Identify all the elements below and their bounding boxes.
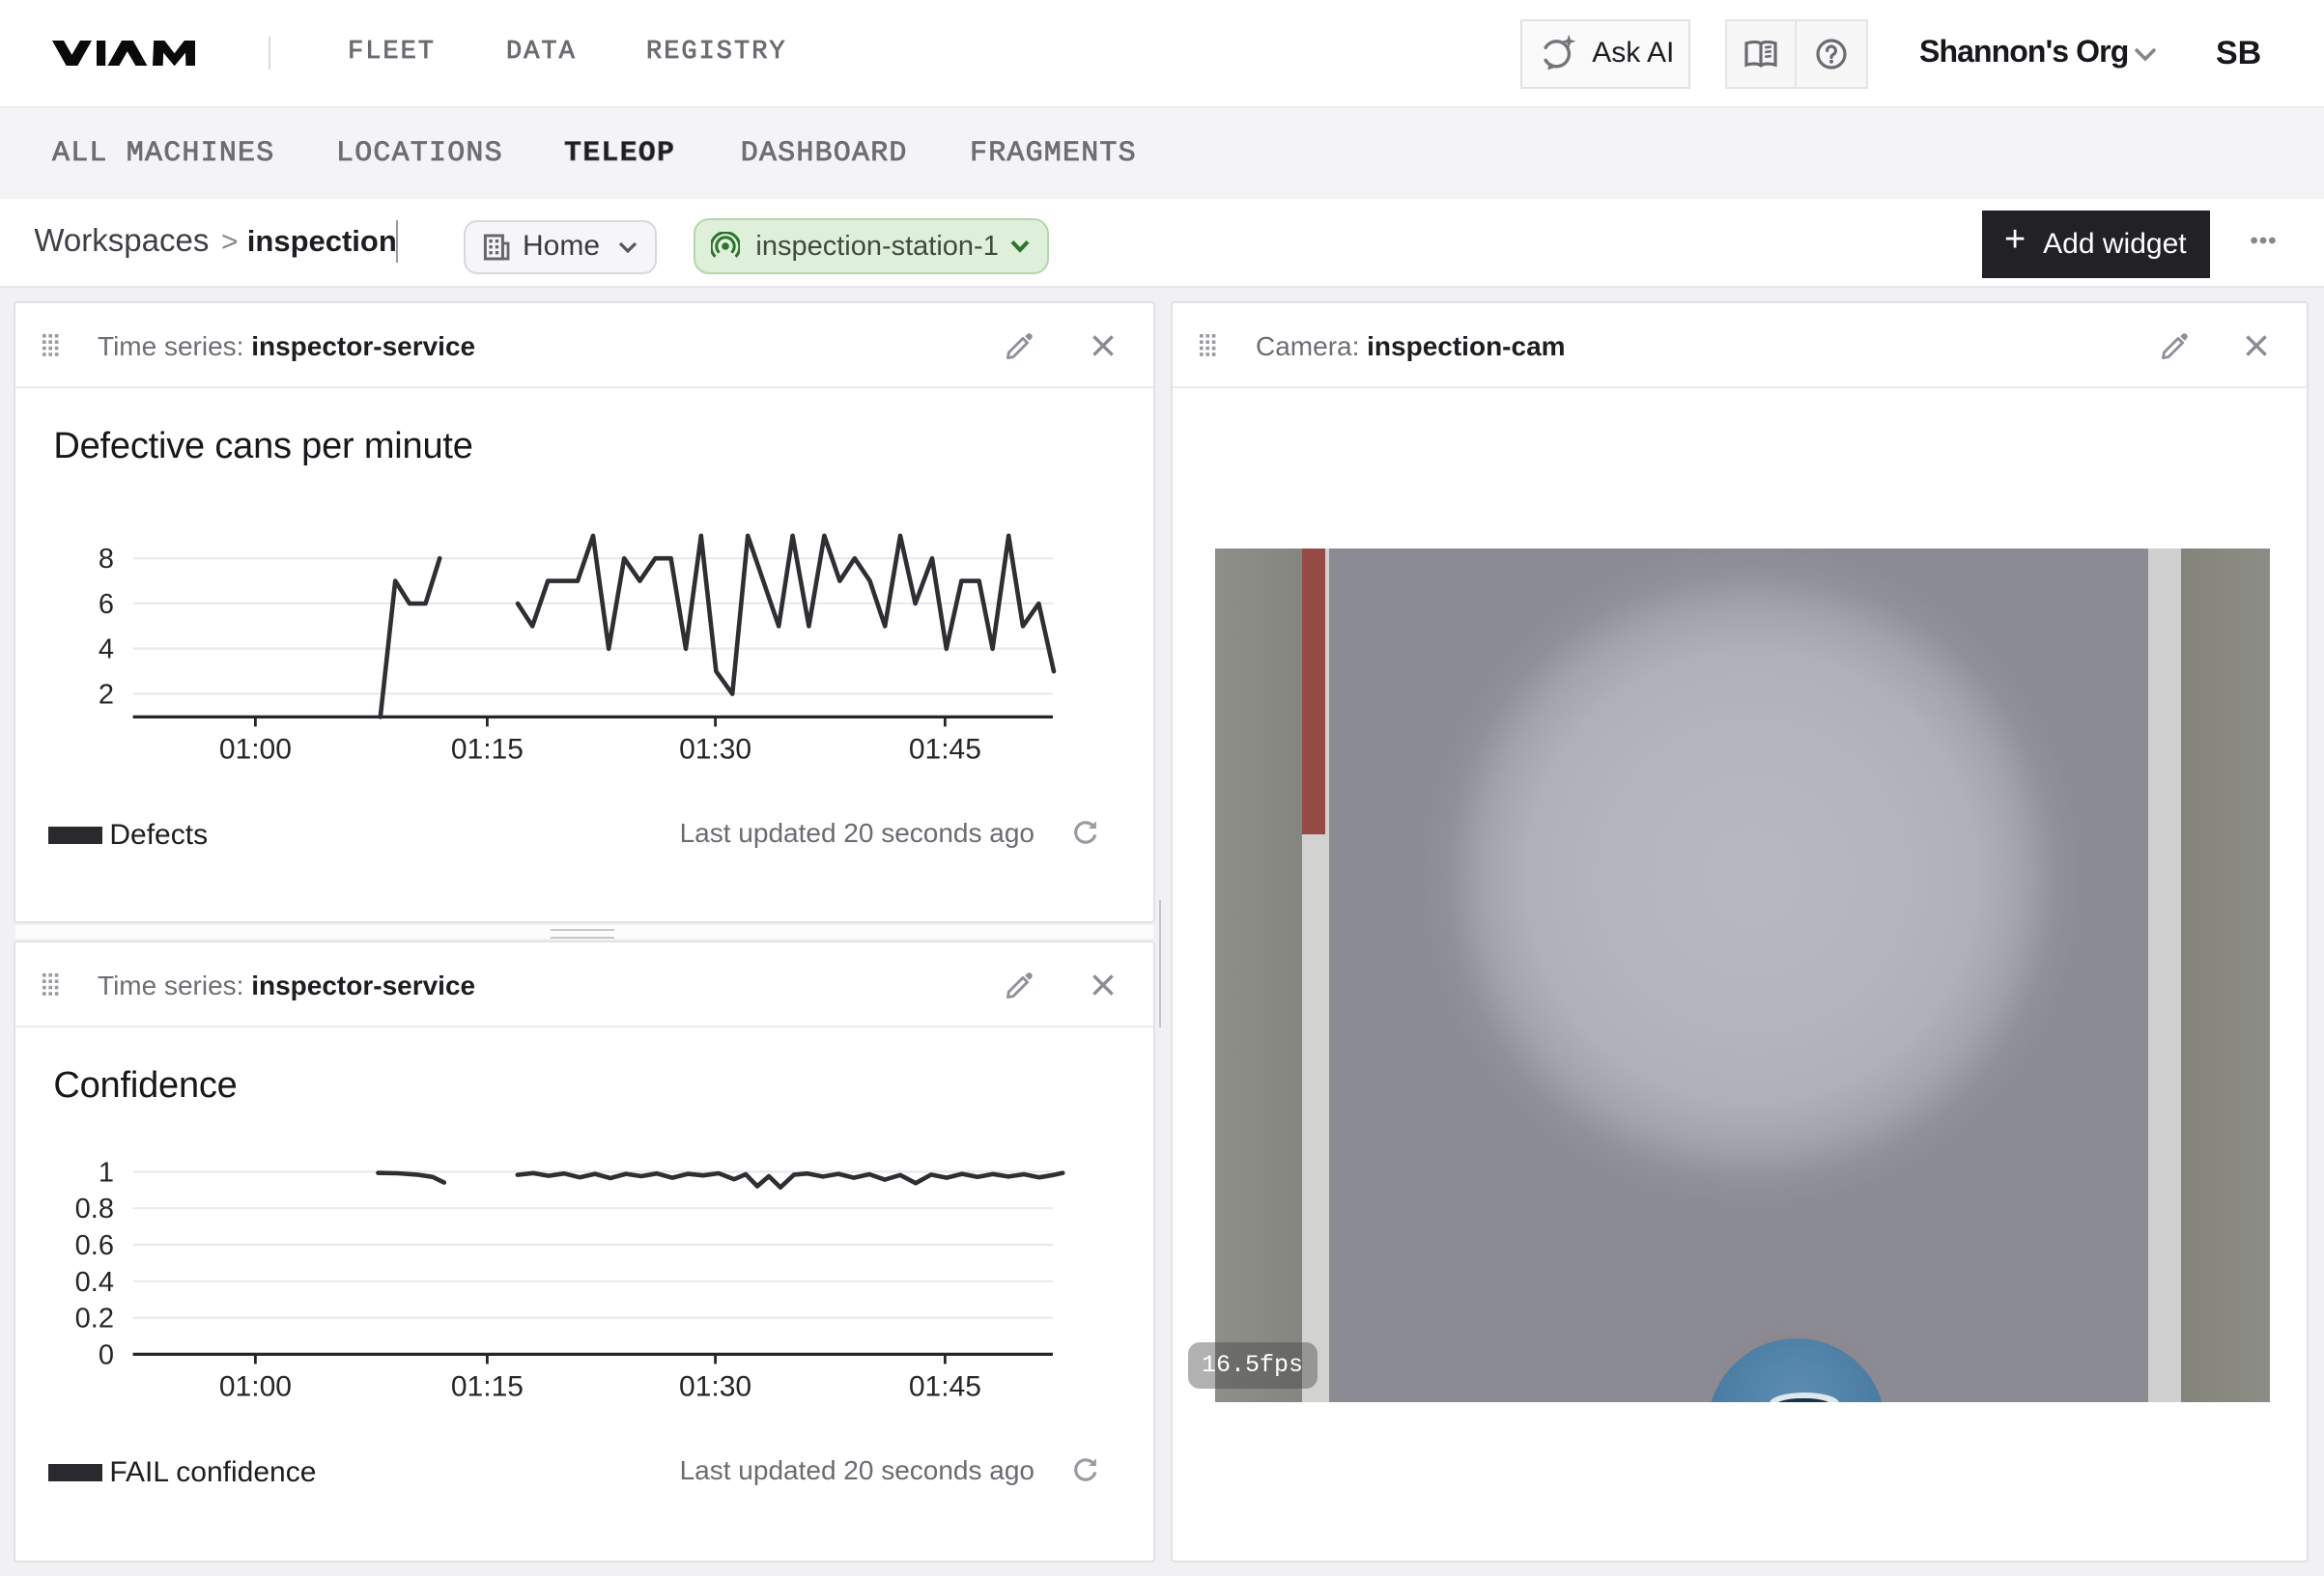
svg-text:8: 8: [98, 543, 113, 574]
svg-text:01:00: 01:00: [218, 1369, 291, 1401]
svg-text:4: 4: [98, 633, 113, 664]
svg-text:0.2: 0.2: [74, 1303, 113, 1334]
svg-text:01:30: 01:30: [678, 732, 751, 764]
svg-text:01:00: 01:00: [218, 732, 291, 764]
svg-text:2: 2: [98, 678, 113, 709]
svg-text:6: 6: [98, 588, 113, 619]
svg-text:01:45: 01:45: [908, 732, 980, 764]
svg-text:01:15: 01:15: [450, 732, 523, 764]
svg-text:0.4: 0.4: [74, 1266, 113, 1297]
svg-text:01:45: 01:45: [908, 1369, 980, 1401]
svg-text:0.6: 0.6: [74, 1229, 113, 1260]
svg-text:01:30: 01:30: [678, 1369, 751, 1401]
svg-text:01:15: 01:15: [450, 1369, 523, 1401]
svg-text:0: 0: [98, 1338, 113, 1369]
svg-text:1: 1: [98, 1156, 113, 1187]
svg-text:0.8: 0.8: [74, 1193, 113, 1224]
